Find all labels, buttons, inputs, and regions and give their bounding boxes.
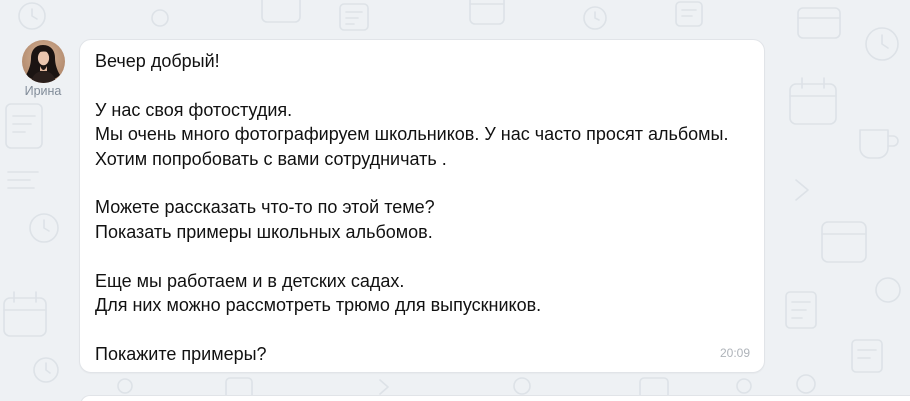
message-paragraph: Еще мы работаем и в детских садах. Для н… bbox=[95, 269, 749, 318]
message-line: Еще мы работаем и в детских садах. bbox=[95, 270, 405, 291]
message-paragraph: У нас своя фотостудия. Мы очень много фо… bbox=[95, 98, 749, 171]
message-paragraph: Можете рассказать что-то по этой теме? П… bbox=[95, 195, 749, 244]
user-avatar-photo-icon bbox=[22, 40, 65, 83]
message-paragraph: Вечер добрый! bbox=[95, 49, 749, 73]
message-line: У нас своя фотостудия. bbox=[95, 99, 293, 120]
message-line: Вечер добрый! bbox=[95, 51, 220, 71]
message-bubble[interactable]: Вечер добрый! У нас своя фотостудия. Мы … bbox=[79, 39, 765, 373]
message-timestamp: 20:09 bbox=[719, 346, 750, 360]
message-line: Хотим попробовать с вами сотрудничать . bbox=[95, 148, 447, 169]
chat-view: Ирина Вечер добрый! У нас своя фотостуди… bbox=[0, 0, 910, 401]
message-line: Показать примеры школьных альбомов. bbox=[95, 221, 433, 242]
sender-name[interactable]: Ирина bbox=[13, 83, 73, 99]
sender-avatar[interactable] bbox=[22, 40, 65, 83]
message-row: Ирина Вечер добрый! У нас своя фотостуди… bbox=[0, 0, 910, 401]
message-paragraph: Покажите примеры? bbox=[95, 342, 749, 366]
message-line: Для них можно рассмотреть трюмо для выпу… bbox=[95, 294, 542, 315]
next-message-bubble[interactable] bbox=[80, 395, 910, 401]
message-line: Покажите примеры? bbox=[95, 343, 267, 364]
message-line: Мы очень много фотографируем школьников.… bbox=[95, 124, 729, 145]
message-line: Можете рассказать что-то по этой теме? bbox=[95, 197, 435, 218]
